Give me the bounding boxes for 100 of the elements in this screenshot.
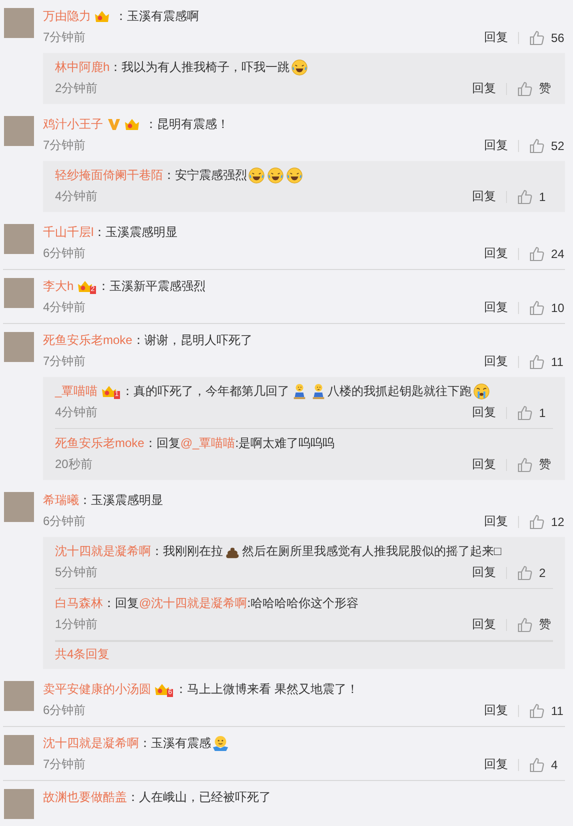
comment-text: ：玉溪震感明显	[79, 492, 163, 509]
reply-link[interactable]: 回复	[484, 137, 508, 154]
user-name[interactable]: 白马森林	[55, 593, 103, 613]
thumbs-up-icon[interactable]	[529, 300, 545, 316]
more-replies-link[interactable]: 共4条回复	[55, 647, 110, 661]
comment-text: ：玉溪震感明显	[94, 224, 178, 241]
comment-text: ：安宁震感强烈	[163, 167, 247, 184]
comment-text: ：人在峨山，已经被吓死了	[127, 789, 271, 806]
reply-link[interactable]: 回复	[484, 299, 508, 316]
timestamp: 2分钟前	[55, 80, 98, 97]
comment-text: ：我以为有人推我椅子，吓我一跳	[110, 59, 290, 76]
user-name[interactable]: _覃喵喵	[55, 381, 98, 401]
reply-link[interactable]: 回复	[484, 756, 508, 773]
comment-text: 八楼的我抓起钥匙就往下跑	[328, 383, 472, 400]
thumbs-up-icon[interactable]	[529, 354, 545, 370]
comment-text: ：玉溪有震感啊	[115, 8, 199, 25]
user-name[interactable]: 沈十四就是凝希啊	[55, 541, 151, 561]
reply-link[interactable]: 回复	[472, 188, 496, 205]
timestamp: 1分钟前	[55, 616, 98, 633]
like-count: 赞	[539, 616, 552, 633]
shrug-emoji-icon	[212, 734, 229, 752]
comment-text: ：玉溪新平震感强烈	[98, 278, 206, 295]
user-name[interactable]: 万由隐力	[43, 6, 91, 26]
like-count: 52	[551, 138, 565, 152]
crown-badge-icon	[124, 117, 140, 131]
thumbs-up-icon[interactable]	[517, 456, 533, 472]
comment-text: :是啊太难了呜呜呜	[235, 435, 335, 452]
verified-badge-icon	[107, 117, 121, 131]
comment-text: :哈哈哈哈你这个形容	[247, 595, 359, 612]
user-name[interactable]: 沈十四就是凝希啊	[43, 733, 139, 753]
thumbs-up-icon[interactable]	[529, 702, 545, 718]
user-name[interactable]: 希瑞曦	[43, 490, 79, 510]
timestamp: 4分钟前	[43, 299, 86, 316]
timestamp: 7分钟前	[43, 353, 86, 370]
like-count: 赞	[539, 80, 552, 97]
like-count: 赞	[539, 456, 552, 473]
comment-text: ：回复	[144, 435, 180, 452]
comment-text: ：真的吓死了，今年都第几回了	[122, 383, 290, 400]
timestamp: 6分钟前	[43, 245, 86, 262]
comment-text: 然后在厕所里我感觉有人推我屁股似的摇了起来□	[242, 543, 502, 560]
timestamp: 6分钟前	[43, 702, 86, 719]
reply-link[interactable]: 回复	[484, 353, 508, 370]
reply-link[interactable]: 回复	[472, 80, 496, 97]
like-count: 56	[551, 30, 565, 44]
crying-emoji-icon	[472, 382, 490, 400]
user-name[interactable]: 死鱼安乐老moke	[43, 330, 132, 350]
comment-text: ：马上上微博来看 果然又地震了！	[175, 681, 358, 698]
like-count: 24	[551, 246, 565, 260]
comment-text: ：玉溪有震感	[139, 735, 211, 752]
thumbs-up-icon[interactable]	[517, 616, 533, 632]
comment-text: ：我刚刚在拉	[151, 543, 223, 560]
timestamp: 7分钟前	[43, 137, 86, 154]
laughing-crying-emoji-icon	[290, 58, 308, 76]
user-name[interactable]: 故渊也要做酷盖	[43, 787, 127, 807]
like-count: 10	[551, 300, 565, 314]
timestamp: 4分钟前	[55, 188, 98, 205]
timestamp: 7分钟前	[43, 756, 86, 773]
reply-link[interactable]: 回复	[484, 513, 508, 530]
timestamp: 7分钟前	[43, 29, 86, 46]
like-count: 11	[551, 704, 564, 718]
reply-link[interactable]: 回复	[472, 564, 496, 581]
reply-link[interactable]: 回复	[472, 404, 496, 421]
laughing-crying-emoji-icon	[267, 166, 284, 184]
mention-link[interactable]: @_覃喵喵	[180, 433, 236, 453]
crown-badge-icon	[94, 9, 110, 23]
user-name[interactable]: 鸡汁小王子	[43, 114, 103, 134]
mention-link[interactable]: @沈十四就是凝希啊	[139, 593, 248, 613]
thumbs-up-icon[interactable]	[529, 138, 545, 154]
reply-link[interactable]: 回复	[484, 702, 508, 719]
timestamp: 6分钟前	[43, 513, 86, 530]
thumbs-up-icon[interactable]	[517, 404, 533, 420]
user-name[interactable]: 千山千层l	[43, 222, 94, 242]
user-name[interactable]: 死鱼安乐老moke	[55, 433, 144, 453]
comment-text: ：昆明有震感！	[145, 116, 229, 133]
user-name[interactable]: 林中阿鹿h	[55, 57, 110, 77]
reply-link[interactable]: 回复	[484, 29, 508, 46]
thumbs-up-icon[interactable]	[529, 246, 545, 262]
reply-link[interactable]: 回复	[484, 245, 508, 262]
user-name[interactable]: 卖平安健康的小汤圆	[43, 679, 151, 699]
thumbs-up-icon[interactable]	[529, 756, 545, 772]
user-name[interactable]: 轻纱掩面倚阑干巷陌	[55, 165, 163, 185]
like-count: 1	[539, 190, 547, 204]
thumbs-up-icon[interactable]	[529, 514, 545, 530]
timestamp: 4分钟前	[55, 404, 98, 421]
timestamp: 5分钟前	[55, 564, 98, 581]
like-count: 11	[551, 354, 564, 368]
user-name[interactable]: 李大h	[43, 276, 74, 296]
thumbs-up-icon[interactable]	[517, 564, 533, 580]
like-count: 2	[539, 566, 547, 580]
reply-link[interactable]: 回复	[472, 456, 496, 473]
like-count: 12	[551, 514, 565, 528]
thumbs-up-icon[interactable]	[529, 30, 545, 46]
like-count: 4	[551, 758, 559, 772]
laughing-crying-emoji-icon	[286, 166, 303, 184]
laughing-crying-emoji-icon	[248, 166, 265, 184]
reply-link[interactable]: 回复	[472, 616, 496, 633]
thumbs-up-icon[interactable]	[517, 80, 533, 96]
timestamp: 20秒前	[55, 456, 92, 473]
like-count: 1	[539, 406, 547, 420]
thumbs-up-icon[interactable]	[517, 188, 533, 204]
